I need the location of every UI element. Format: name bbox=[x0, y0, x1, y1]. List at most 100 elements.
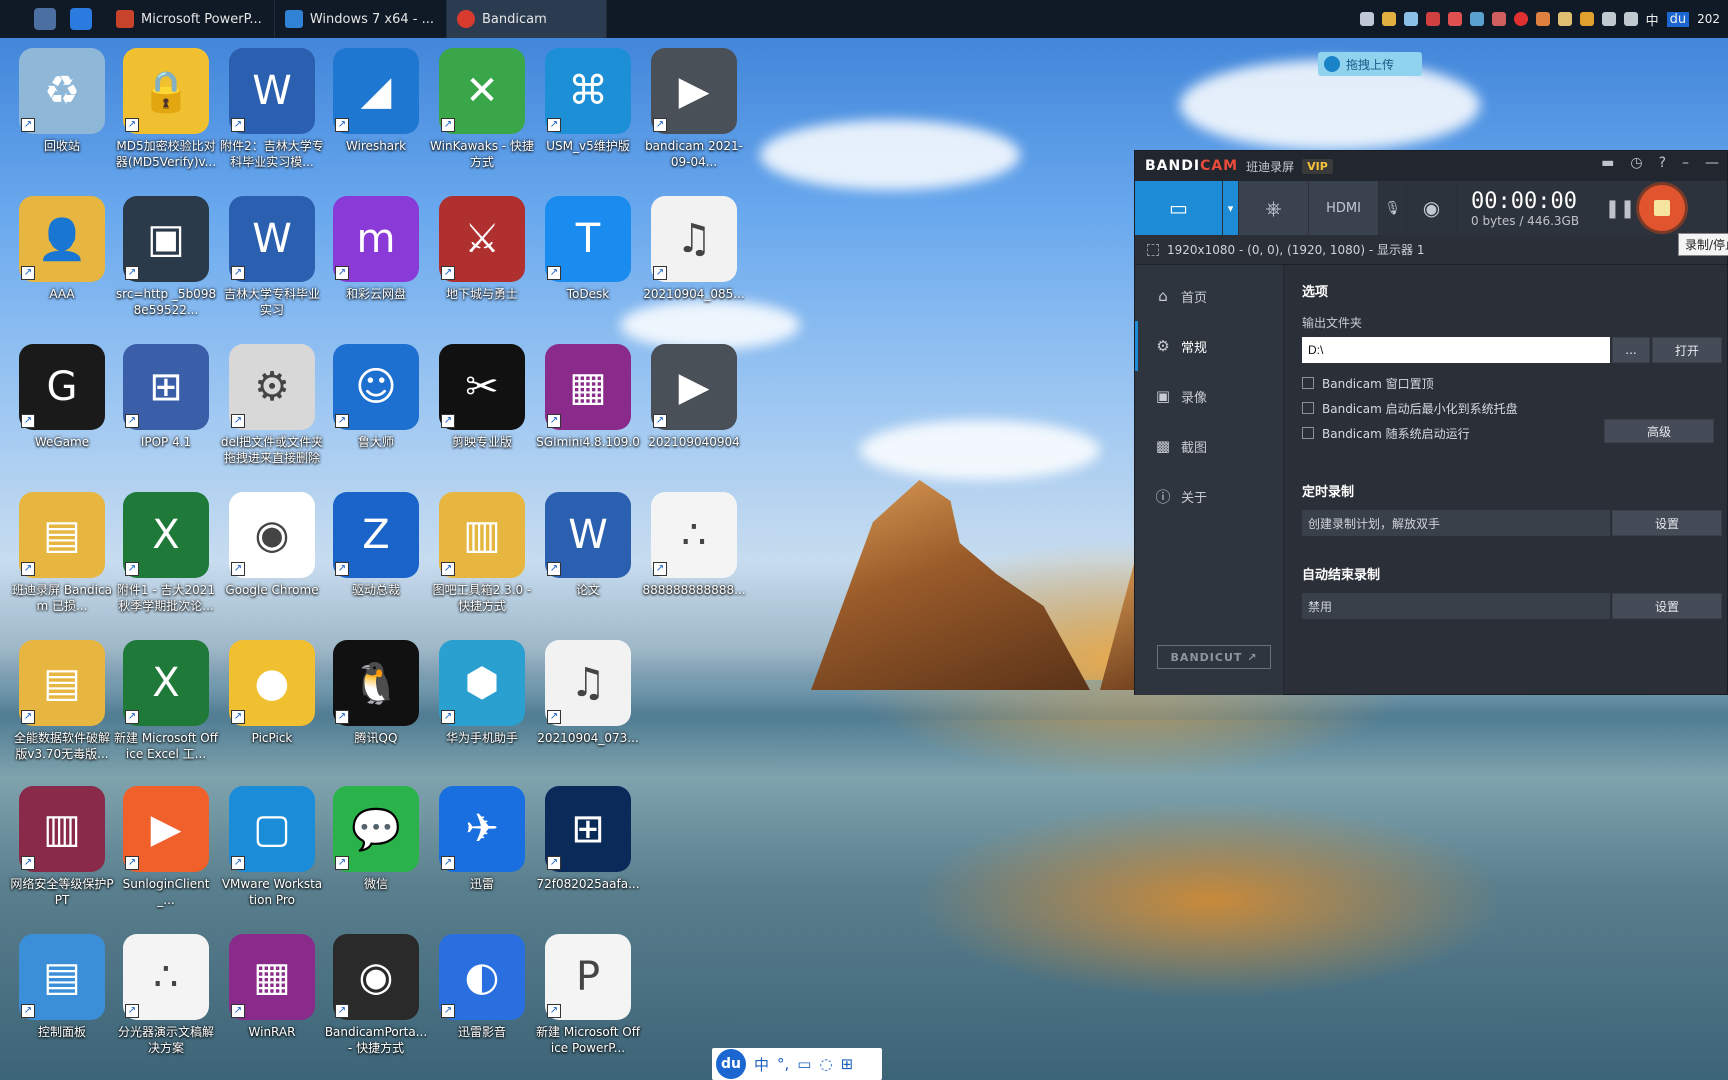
desktop-icon-item[interactable]: ✕ ↗ WinKawaks - 快捷方式 bbox=[430, 48, 534, 170]
auto-end-settings-button[interactable]: 设置 bbox=[1612, 593, 1722, 619]
ime-language[interactable]: 中 bbox=[754, 1054, 769, 1075]
desktop-icon-item[interactable]: ◐ ↗ 迅雷影音 bbox=[432, 934, 532, 1040]
tray-icon[interactable] bbox=[1469, 12, 1484, 26]
capture-area-bar[interactable]: 1920x1080 - (0, 0), (1920, 1080) - 显示器 1 bbox=[1135, 235, 1727, 265]
nav-video[interactable]: ▣ 录像 bbox=[1135, 371, 1283, 421]
desktop-icon-item[interactable]: ⌘ ↗ USM_v5维护版 bbox=[538, 48, 638, 154]
desktop-icon-item[interactable]: ☺ ↗ 鲁大师 bbox=[326, 344, 426, 450]
task-powerpoint[interactable]: Microsoft PowerP... bbox=[106, 0, 275, 38]
record-stop-button[interactable] bbox=[1639, 185, 1685, 231]
desktop-icon-item[interactable]: ▣ ↗ src=http _5b0988e59522... bbox=[116, 196, 216, 318]
folder-icon[interactable]: ▬ bbox=[1601, 155, 1614, 171]
record-tray-icon[interactable] bbox=[1513, 12, 1528, 26]
check-minimize-tray[interactable]: Bandicam 启动后最小化到系统托盘 bbox=[1302, 400, 1727, 416]
device-mode-button[interactable]: HDMI bbox=[1309, 181, 1379, 235]
open-folder-button[interactable]: 打开 bbox=[1652, 337, 1722, 363]
desktop-icon-item[interactable]: T ↗ ToDesk bbox=[538, 196, 638, 302]
desktop-icon-item[interactable]: 👤 ↗ AAA bbox=[12, 196, 112, 302]
desktop-icon-item[interactable]: ♻ ↗ 回收站 bbox=[12, 48, 112, 154]
desktop-icon-item[interactable]: ⚔ ↗ 地下城与勇士 bbox=[432, 196, 532, 302]
desktop-icon-item[interactable]: ⬢ ↗ 华为手机助手 bbox=[432, 640, 532, 746]
tray-icon[interactable] bbox=[1447, 12, 1462, 26]
desktop-icon-item[interactable]: ∴ ↗ 888888888888... bbox=[642, 492, 746, 598]
ime-punctuation[interactable]: °, bbox=[777, 1055, 789, 1073]
tray-icon[interactable] bbox=[1403, 12, 1418, 26]
desktop-icon-item[interactable]: X ↗ 新建 Microsoft Office Excel 工... bbox=[114, 640, 218, 762]
desktop-icon-item[interactable]: ♫ ↗ 20210904_085... bbox=[643, 196, 745, 302]
screen-mode-dropdown[interactable]: ▾ bbox=[1223, 181, 1239, 235]
bandicut-button[interactable]: BANDICUT ↗ bbox=[1157, 645, 1271, 669]
tray-icon[interactable] bbox=[1359, 12, 1374, 26]
task-windows7[interactable]: Windows 7 x64 - ... bbox=[275, 0, 447, 38]
desktop-icon-item[interactable]: 🐧 ↗ 腾讯QQ bbox=[326, 640, 426, 746]
nav-about[interactable]: ⓘ 关于 bbox=[1135, 471, 1283, 521]
desktop-icon-item[interactable]: ✂ ↗ 剪映专业版 bbox=[432, 344, 532, 450]
checkbox[interactable] bbox=[1302, 377, 1314, 389]
grid-icon[interactable]: ⊞ bbox=[841, 1055, 854, 1073]
desktop-icon-item[interactable]: ◢ ↗ Wireshark bbox=[326, 48, 426, 154]
desktop-icon-item[interactable]: ✈ ↗ 迅雷 bbox=[432, 786, 532, 892]
audio-settings[interactable]: 🎙 bbox=[1379, 181, 1407, 235]
clock-icon[interactable]: ◷ bbox=[1630, 155, 1642, 171]
tray-icon[interactable] bbox=[1491, 12, 1506, 26]
desktop-icon-item[interactable]: ⊞ ↗ 72f082025aafa... bbox=[536, 786, 640, 892]
desktop-icon-item[interactable]: 🔒 ↗ MD5加密校验比对器(MD5Verify)v... bbox=[116, 48, 216, 170]
drag-upload-button[interactable]: 拖拽上传 bbox=[1318, 52, 1422, 76]
tray-icon[interactable] bbox=[1381, 12, 1396, 26]
browse-button[interactable]: ... bbox=[1612, 337, 1650, 363]
xunlei-taskbar-icon[interactable] bbox=[70, 8, 92, 30]
desktop-icon-item[interactable]: ▢ ↗ VMware Workstation Pro bbox=[222, 786, 322, 908]
network-icon[interactable] bbox=[1601, 12, 1616, 26]
desktop-icon-item[interactable]: ∴ ↗ 分光器演示文稿解决方案 bbox=[116, 934, 216, 1056]
shield-icon[interactable] bbox=[1579, 12, 1594, 26]
game-mode-button[interactable]: ⎈ bbox=[1239, 181, 1309, 235]
desktop-icon-item[interactable]: ◉ ↗ BandicamPorta... - 快捷方式 bbox=[325, 934, 427, 1056]
desktop-icon-item[interactable]: ▤ ↗ 班迪录屏 Bandicam 已损... bbox=[12, 492, 112, 614]
output-folder-input[interactable] bbox=[1302, 337, 1610, 363]
bandicam-titlebar[interactable]: BANDICAM 班迪录屏 VIP ▬ ◷ ? – — bbox=[1135, 151, 1727, 181]
desktop-icon-item[interactable]: ▥ ↗ 网络安全等级保护PPT bbox=[10, 786, 114, 908]
volume-icon[interactable] bbox=[1623, 12, 1638, 26]
nav-screenshot[interactable]: ▩ 截图 bbox=[1135, 421, 1283, 471]
desktop-icon-item[interactable]: m ↗ 和彩云网盘 bbox=[326, 196, 426, 302]
tray-icon[interactable] bbox=[1425, 12, 1440, 26]
user-icon[interactable]: ◌ bbox=[819, 1055, 832, 1073]
desktop-icon-item[interactable]: ▶ ↗ SunloginClient_... bbox=[116, 786, 216, 908]
timed-record-settings-button[interactable]: 设置 bbox=[1612, 510, 1722, 536]
pause-button[interactable]: ❚❚ bbox=[1605, 181, 1635, 235]
desktop-icon-item[interactable]: G ↗ WeGame bbox=[12, 344, 112, 450]
desktop-icon-item[interactable]: ▥ ↗ 图吧工具箱2.3.0 - 快捷方式 bbox=[432, 492, 532, 614]
desktop-icon-item[interactable]: ⊞ ↗ IPOP 4.1 bbox=[116, 344, 216, 450]
desktop-icon-item[interactable]: W ↗ 附件2：吉林大学专科毕业实习模... bbox=[220, 48, 324, 170]
desktop-icon-item[interactable]: W ↗ 吉林大学专科毕业实习 bbox=[222, 196, 322, 318]
tray-language[interactable]: 中 bbox=[1646, 10, 1659, 29]
desktop-icon[interactable] bbox=[34, 8, 56, 30]
webcam-button[interactable]: ◉ bbox=[1407, 181, 1457, 235]
vip-badge[interactable]: VIP bbox=[1302, 158, 1333, 174]
keyboard-icon[interactable]: ▭ bbox=[797, 1055, 811, 1073]
nav-general[interactable]: ⚙ 常规 bbox=[1135, 321, 1283, 371]
desktop-icon-item[interactable]: ● ↗ PicPick bbox=[222, 640, 322, 746]
nav-home[interactable]: ⌂ 首页 bbox=[1135, 271, 1283, 321]
desktop-icon-item[interactable]: ▤ ↗ 控制面板 bbox=[12, 934, 112, 1040]
desktop-icon-item[interactable]: ▶ ↗ 202109040904 bbox=[644, 344, 744, 450]
desktop-icon-item[interactable]: X ↗ 附件1 - 吉大2021秋季学期批次论... bbox=[116, 492, 216, 614]
screen-mode-button[interactable]: ▭ bbox=[1135, 181, 1223, 235]
desktop-icon-item[interactable]: ⚙ ↗ del把文件或文件夹拖拽进来直接删除 bbox=[221, 344, 323, 466]
desktop-icon-item[interactable]: ♫ ↗ 20210904_073... bbox=[537, 640, 639, 746]
desktop-icon-item[interactable]: ▶ ↗ bandicam 2021-09-04... bbox=[644, 48, 744, 170]
advanced-button[interactable]: 高级 bbox=[1604, 419, 1714, 443]
checkbox[interactable] bbox=[1302, 402, 1314, 414]
tray-du-icon[interactable]: du bbox=[1666, 11, 1690, 27]
desktop-icon-item[interactable]: ▦ ↗ WinRAR bbox=[222, 934, 322, 1040]
desktop-icon-item[interactable]: ▤ ↗ 全能数据软件破解版v3.70无毒版... bbox=[12, 640, 112, 762]
desktop-icon-item[interactable]: W ↗ 论文 bbox=[538, 492, 638, 598]
checkbox[interactable] bbox=[1302, 427, 1314, 439]
tray-icon[interactable] bbox=[1535, 12, 1550, 26]
baidu-ime-logo[interactable]: du bbox=[716, 1049, 746, 1079]
clock[interactable]: 202 bbox=[1697, 12, 1720, 26]
check-topmost[interactable]: Bandicam 窗口置顶 bbox=[1302, 375, 1727, 391]
minimize-icon[interactable]: – bbox=[1682, 155, 1689, 171]
close-icon[interactable]: — bbox=[1705, 155, 1719, 171]
desktop-icon-item[interactable]: P ↗ 新建 Microsoft Office PowerP... bbox=[536, 934, 640, 1056]
